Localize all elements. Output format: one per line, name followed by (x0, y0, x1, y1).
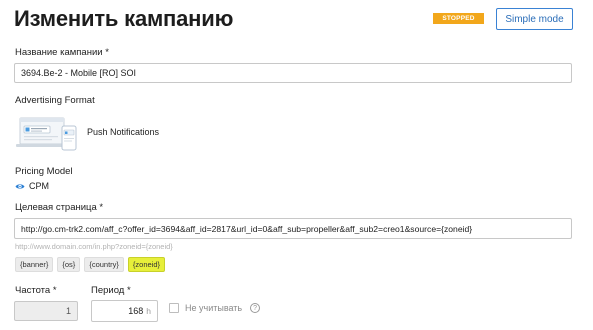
target-url-label-text: Целевая страница (15, 202, 97, 213)
help-icon[interactable]: ? (250, 303, 261, 313)
frequency-label: Частота * (15, 285, 57, 296)
ignore-checkbox[interactable] (169, 303, 179, 313)
required-mark: * (52, 285, 57, 296)
status-badge: STOPPED (433, 13, 484, 24)
pricing-model-label: Pricing Model (15, 166, 73, 177)
advertising-format-label: Advertising Format (15, 95, 95, 106)
period-value: 168 (128, 306, 144, 316)
target-url-label: Целевая страница * (15, 202, 103, 213)
ignore-checkbox-row[interactable]: Не учитывать ? (169, 303, 261, 313)
advertising-format-value: Push Notifications (87, 127, 160, 137)
macro-chip-zoneid[interactable]: {zoneid} (127, 257, 166, 272)
target-url-hint: http://www.domain.com/in.php?zoneid={zon… (15, 242, 173, 251)
macro-chip-country[interactable]: {country} (84, 257, 124, 272)
period-unit: h (146, 306, 151, 316)
required-mark: * (99, 202, 104, 213)
target-url-input[interactable]: http://go.cm-trk2.com/aff_c?offer_id=369… (14, 218, 572, 239)
macro-row: {banner} {os} {country} {zoneid} (15, 257, 166, 272)
campaign-name-label-text: Название кампании (15, 47, 103, 58)
campaign-name-value: 3694.Be-2 - Mobile [RO] SOI (21, 68, 137, 78)
period-input[interactable]: 168 h (91, 300, 158, 322)
frequency-value: 1 (65, 306, 71, 316)
pricing-model-value: CPM (29, 181, 49, 191)
simple-mode-button[interactable]: Simple mode (496, 8, 573, 30)
required-mark: * (105, 47, 109, 58)
ignore-checkbox-label: Не учитывать (185, 303, 243, 313)
period-label: Период * (91, 285, 131, 296)
pricing-model-row: CPM (15, 181, 49, 191)
frequency-label-text: Частота (15, 285, 51, 296)
campaign-name-label: Название кампании * (15, 47, 109, 58)
eye-icon (15, 183, 25, 190)
period-label-text: Период (91, 285, 125, 296)
macro-chip-banner[interactable]: {banner} (15, 257, 54, 272)
push-notification-illustration-icon (16, 112, 78, 152)
macro-chip-os[interactable]: {os} (57, 257, 81, 272)
page-title: Изменить кампанию (14, 6, 234, 31)
campaign-name-input[interactable]: 3694.Be-2 - Mobile [RO] SOI (14, 63, 572, 83)
target-url-value: http://go.cm-trk2.com/aff_c?offer_id=369… (21, 223, 473, 234)
required-mark: * (126, 285, 131, 296)
frequency-input: 1 (14, 301, 78, 321)
